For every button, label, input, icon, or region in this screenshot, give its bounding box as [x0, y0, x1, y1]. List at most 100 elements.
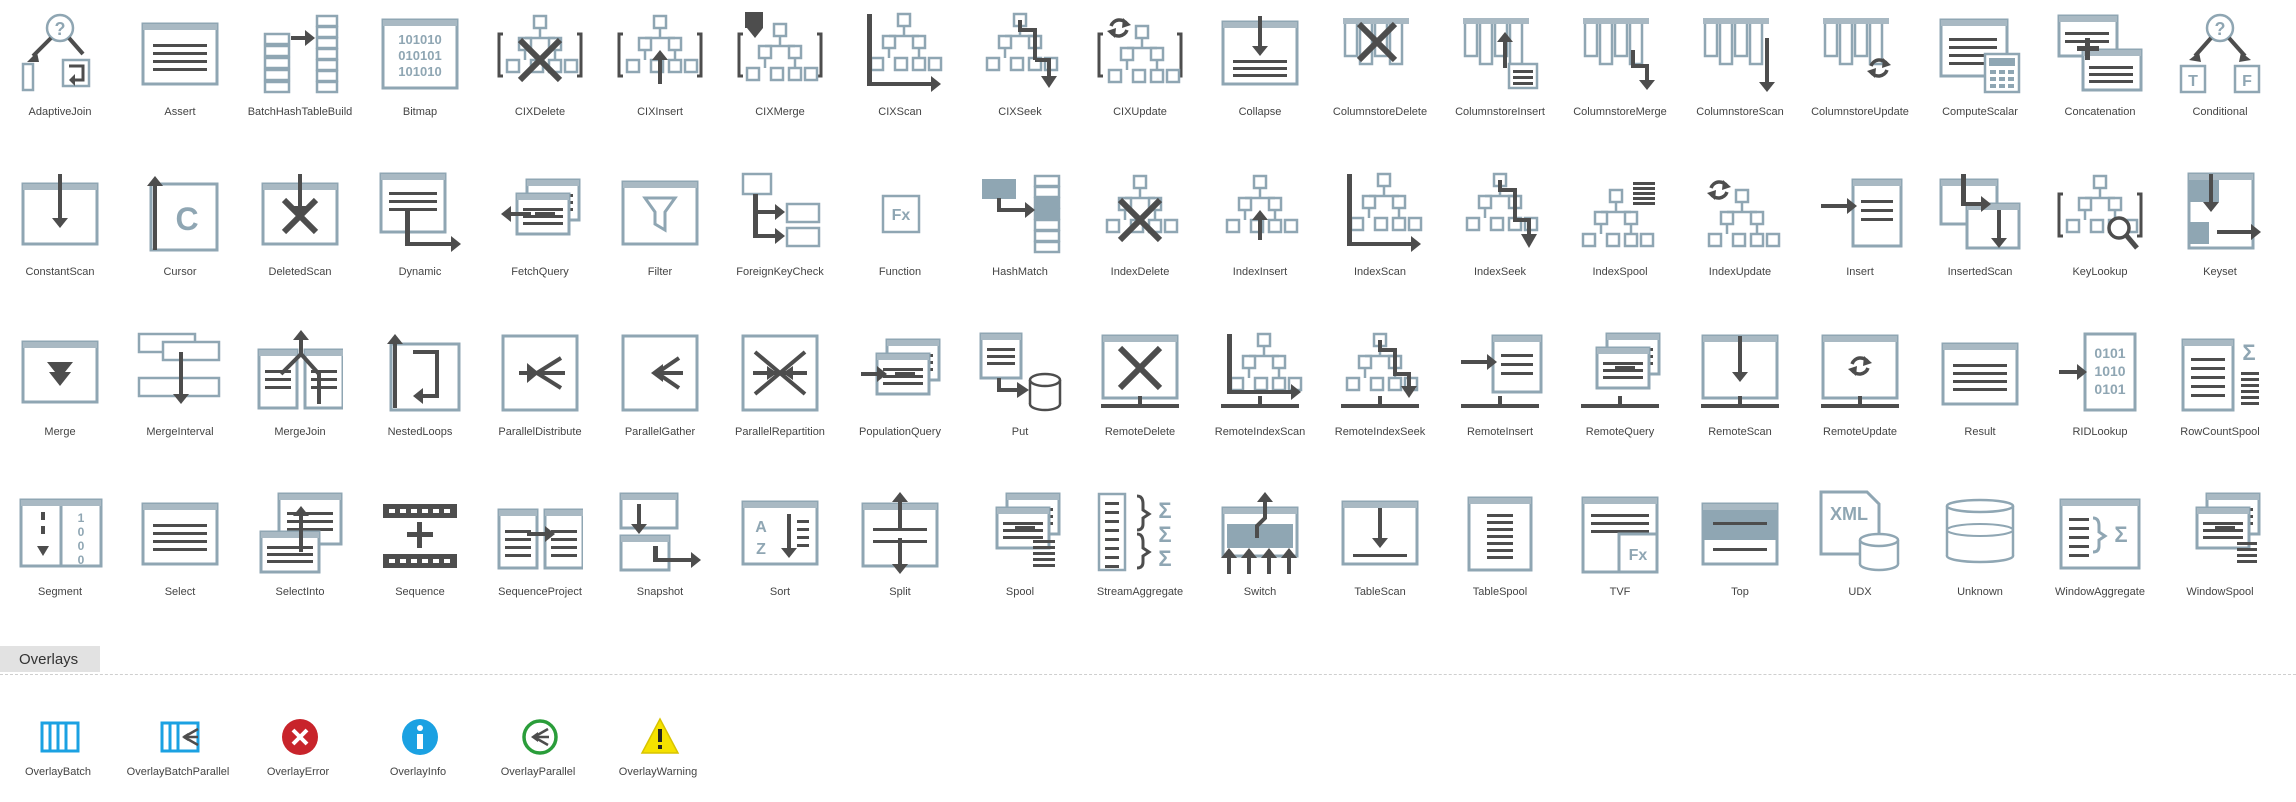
operator-label: InsertedScan: [1947, 266, 2013, 278]
operator-label: IndexUpdate: [1708, 266, 1772, 278]
operator-label: RemoteDelete: [1104, 426, 1176, 438]
operator-tvf: Fx TVF: [1560, 480, 1680, 640]
operator-label: RemoteIndexSeek: [1334, 426, 1426, 438]
snapshot-icon: [619, 492, 701, 572]
operator-constant-scan: ConstantScan: [0, 160, 120, 320]
operator-label: Dynamic: [398, 266, 442, 278]
operator-label: IndexSpool: [1592, 266, 1648, 278]
operator-label: RowCountSpool: [2180, 426, 2260, 438]
operator-label: DeletedScan: [268, 266, 332, 278]
cix-insert-icon: [617, 14, 703, 84]
operator-label: FetchQuery: [511, 266, 569, 278]
operator-index-seek: IndexSeek: [1440, 160, 1560, 320]
overlay-batch-icon: [40, 721, 80, 753]
operator-top: Top: [1680, 480, 1800, 640]
operator-label: SelectInto: [275, 586, 325, 598]
index-delete-icon: [1105, 174, 1179, 243]
operator-select: Select: [120, 480, 240, 640]
operator-label: ParallelDistribute: [498, 426, 582, 438]
operator-label: Snapshot: [636, 586, 684, 598]
svg-text:?: ?: [2215, 19, 2226, 39]
function-icon: Fx: [881, 194, 921, 234]
operator-label: BatchHashTableBuild: [247, 106, 353, 118]
operator-split: Split: [840, 480, 960, 640]
operator-label: StreamAggregate: [1096, 586, 1184, 598]
operator-columnstore-merge: ColumnstoreMerge: [1560, 0, 1680, 160]
svg-text:T: T: [2188, 73, 2198, 90]
operator-label: ColumnstoreDelete: [1332, 106, 1428, 118]
icon-row: ? AdaptiveJoin Assert BatchHashTableBuild 10…: [0, 0, 2296, 160]
overlay-error: OverlayError: [238, 712, 358, 792]
table-scan-icon: [1341, 500, 1419, 566]
top-icon: [1701, 502, 1779, 566]
svg-text:Fx: Fx: [892, 207, 911, 224]
index-spool-icon: [1581, 182, 1655, 248]
overlay-warning-icon: [640, 717, 680, 754]
parallel-gather-icon: [621, 334, 699, 412]
svg-text:010101: 010101: [398, 48, 441, 63]
operator-merge: Merge: [0, 320, 120, 480]
operator-key-lookup: KeyLookup: [2040, 160, 2160, 320]
operator-label: Conditional: [2192, 106, 2248, 118]
operator-label: NestedLoops: [387, 426, 453, 438]
operator-label: Sequence: [395, 586, 445, 598]
operator-label: IndexDelete: [1110, 266, 1170, 278]
table-spool-icon: [1467, 496, 1533, 572]
hash-match-icon: [982, 174, 1061, 254]
concatenation-icon: [2057, 14, 2143, 92]
svg-text:?: ?: [55, 19, 66, 39]
operator-label: TVF: [1609, 586, 1631, 598]
result-icon: [1941, 342, 2019, 406]
operator-stream-aggregate: Σ Σ Σ StreamAggregate: [1080, 480, 1200, 640]
collapse-icon: [1221, 16, 1299, 86]
stream-aggregate-icon: ΣΣΣ: [1097, 492, 1172, 572]
overlays-section-header: Overlays: [0, 646, 100, 672]
remote-insert-icon: [1461, 334, 1543, 408]
cix-seek-icon: [985, 12, 1059, 88]
overlay-batch-parallel-icon: [160, 721, 200, 753]
columnstore-delete-icon: [1343, 18, 1409, 66]
cix-update-icon: [1097, 18, 1183, 84]
operator-index-scan: IndexScan: [1320, 160, 1440, 320]
dynamic-icon: [379, 172, 461, 252]
operator-function: Fx Function: [840, 160, 960, 320]
select-into-icon: [259, 492, 343, 574]
operator-index-delete: IndexDelete: [1080, 160, 1200, 320]
operator-columnstore-scan: ColumnstoreScan: [1680, 0, 1800, 160]
remote-index-scan-icon: [1221, 332, 1303, 408]
svg-text:0101: 0101: [2094, 345, 2125, 361]
operator-spool: Spool: [960, 480, 1080, 640]
operator-label: MergeInterval: [146, 426, 214, 438]
operator-label: CIXScan: [878, 106, 922, 118]
svg-text:F: F: [2242, 73, 2252, 90]
operator-concatenation: Concatenation: [2040, 0, 2160, 160]
operator-merge-join: MergeJoin: [240, 320, 360, 480]
operator-label: RemoteUpdate: [1823, 426, 1897, 438]
operator-fetch-query: FetchQuery: [480, 160, 600, 320]
svg-text:Z: Z: [756, 541, 766, 558]
sort-icon: AZ: [741, 500, 819, 566]
cix-scan-icon: [867, 12, 943, 92]
inserted-scan-icon: [1939, 174, 2021, 250]
svg-text:A: A: [755, 519, 767, 536]
operator-label: Function: [878, 266, 922, 278]
operator-label: CIXMerge: [755, 106, 805, 118]
columnstore-merge-icon: [1583, 18, 1655, 90]
svg-text:Σ: Σ: [1158, 546, 1171, 571]
operator-label: TableSpool: [1472, 586, 1528, 598]
operator-label: Split: [889, 586, 911, 598]
operator-result: Result: [1920, 320, 2040, 480]
remote-index-seek-icon: [1341, 332, 1419, 408]
spool-icon: [995, 492, 1061, 567]
operator-label: Concatenation: [2064, 106, 2136, 118]
filter-icon: [621, 180, 699, 246]
operator-label: CIXUpdate: [1113, 106, 1167, 118]
operator-unknown: Unknown: [1920, 480, 2040, 640]
cix-merge-icon: [737, 12, 823, 82]
index-update-icon: [1707, 180, 1781, 248]
operator-label: WindowSpool: [2186, 586, 2254, 598]
operator-label: Select: [164, 586, 196, 598]
operator-label: IndexSeek: [1474, 266, 1526, 278]
operator-remote-update: RemoteUpdate: [1800, 320, 1920, 480]
svg-text:0: 0: [78, 539, 85, 553]
